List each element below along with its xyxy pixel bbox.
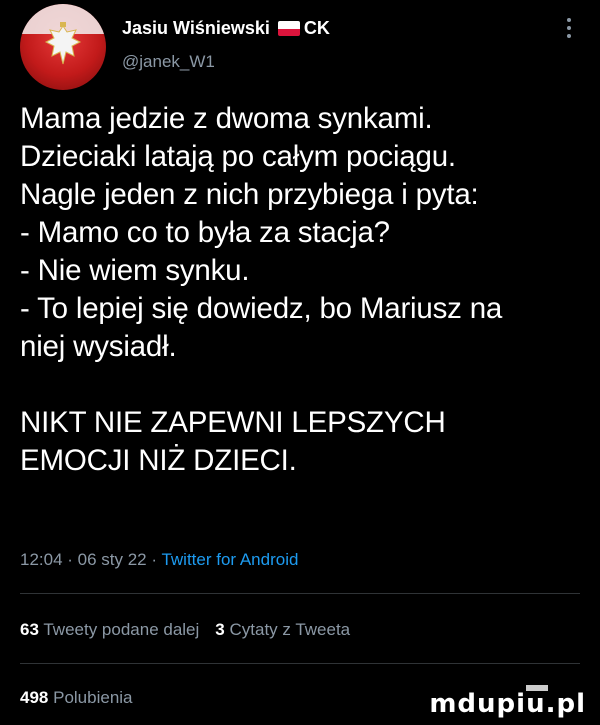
author-name-suffix: CK: [303, 18, 330, 38]
retweets-stat[interactable]: 63 Tweety podane dalej: [20, 620, 199, 639]
divider: [20, 593, 580, 594]
engagement-stats-row: 63 Tweety podane dalej 3 Cytaty z Tweeta: [20, 620, 350, 640]
tweet-line: - Nie wiem synku.: [20, 254, 250, 287]
tweet-line: Mama jedzie z dwoma synkami.: [20, 102, 433, 135]
tweet-meta: 12:04 · 06 sty 22 · Twitter for Android: [20, 550, 298, 570]
more-options-icon[interactable]: [566, 18, 572, 42]
tweet-text: Mama jedzie z dwoma synkami. Dzieciaki l…: [20, 100, 585, 480]
tweet-punchline: NIKT NIE ZAPEWNI LEPSZYCH: [20, 406, 446, 439]
likes-count: 498: [20, 688, 49, 707]
author-name[interactable]: Jasiu Wiśniewski: [122, 18, 270, 39]
retweets-label: Tweety podane dalej: [43, 620, 200, 639]
author-handle[interactable]: @janek_W1: [122, 52, 215, 72]
tweet-timestamp[interactable]: 12:04 · 06 sty 22 ·: [20, 550, 161, 569]
tweet-source-link[interactable]: Twitter for Android: [161, 550, 298, 569]
retweets-count: 63: [20, 620, 39, 639]
tweet-line: niej wysiadł.: [20, 330, 177, 363]
eagle-emblem-icon: [44, 22, 82, 65]
likes-stat[interactable]: 498 Polubienia: [20, 688, 133, 708]
quotes-stat[interactable]: 3 Cytaty z Tweeta: [215, 620, 350, 639]
tweet-line: - Mamo co to była za stacja?: [20, 216, 390, 249]
watermark: mdupiu.pl: [429, 689, 586, 719]
avatar[interactable]: [20, 4, 106, 90]
divider: [20, 663, 580, 664]
quotes-count: 3: [215, 620, 225, 639]
tweet-header: Jasiu Wiśniewski CK @janek_W1: [20, 4, 580, 90]
tweet-punchline: EMOCJI NIŻ DZIECI.: [20, 444, 297, 477]
poland-flag-icon: [277, 21, 300, 36]
quotes-label: Cytaty z Tweeta: [229, 620, 351, 639]
tweet-line: - To lepiej się dowiedz, bo Mariusz na: [20, 292, 503, 325]
tweet-line: Dzieciaki latają po całym pociągu.: [20, 140, 456, 173]
tweet-line: Nagle jeden z nich przybiega i pyta:: [20, 178, 479, 211]
likes-label: Polubienia: [53, 688, 133, 707]
author-name-row[interactable]: Jasiu Wiśniewski CK: [122, 18, 330, 39]
